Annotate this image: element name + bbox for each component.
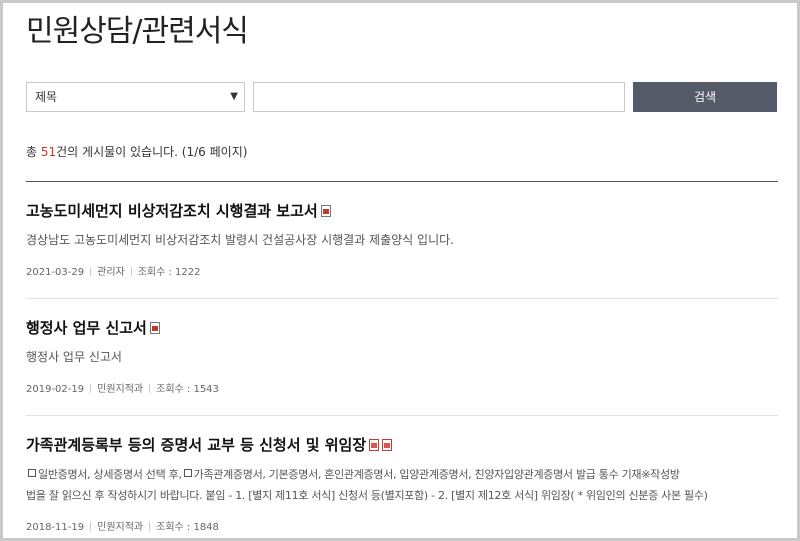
search-field-select[interactable]: 제목 ▼ <box>26 82 245 112</box>
list-item-divider <box>26 298 778 299</box>
summary-prefix: 총 <box>26 145 41 159</box>
result-count: 51 <box>40 145 57 159</box>
search-button[interactable]: 검색 <box>633 82 777 112</box>
search-bar: 제목 ▼ 검색 <box>26 82 778 114</box>
result-summary: 총 51건의 게시물이 있습니다. (1/6 페이지) <box>26 143 247 160</box>
hwp-icon[interactable] <box>149 322 160 334</box>
list-item: 가족관계등록부 등의 증명서 교부 등 신청서 및 위임장 일반증명서, 상세증… <box>26 434 778 533</box>
post-description: 행정사 업무 신고서 <box>26 350 122 364</box>
search-field-select-value: 제목 <box>35 90 58 104</box>
checkbox-glyph-icon <box>183 469 192 477</box>
post-meta: 2021-03-29 관리자 조회수 : 1222 <box>26 263 778 278</box>
list-item-divider <box>26 415 778 416</box>
post-date: 2019-02-19 <box>26 384 85 395</box>
post-meta: 2018-11-19 민원지적과 조회수 : 1848 <box>26 518 778 533</box>
post-title-link[interactable]: 가족관계등록부 등의 증명서 교부 등 신청서 및 위임장 <box>26 436 366 454</box>
post-date: 2021-03-29 <box>26 267 85 278</box>
chevron-down-icon: ▼ <box>230 91 238 102</box>
summary-suffix: 건의 게시물이 있습니다. (1/6 페이지) <box>56 145 248 159</box>
pdf-icon[interactable] <box>369 439 380 451</box>
checkbox-glyph-icon <box>28 469 36 477</box>
post-views: 조회수 : 1848 <box>156 522 219 533</box>
post-title-link[interactable]: 행정사 업무 신고서 <box>26 319 147 337</box>
post-description: 경상남도 고농도미세먼지 비상저감조치 발령시 건설공사장 시행결과 제출양식 … <box>26 233 454 247</box>
post-description: 일반증명서, 상세증명서 선택 후, 가족관계증명서, 기본증명서, 혼인관계증명… <box>26 468 708 502</box>
post-date: 2018-11-19 <box>26 522 85 533</box>
post-author: 민원지적과 <box>97 522 144 533</box>
post-views: 조회수 : 1222 <box>137 267 201 278</box>
list-item: 행정사 업무 신고서 행정사 업무 신고서 2019-02-19 민원지적과 조회수… <box>26 317 778 395</box>
post-meta: 2019-02-19 민원지적과 조회수 : 1543 <box>26 380 778 395</box>
post-author: 관리자 <box>97 267 125 278</box>
post-author: 민원지적과 <box>97 384 144 395</box>
search-input[interactable] <box>253 82 625 112</box>
pdf-icon[interactable] <box>382 439 393 451</box>
page-title: 민원상담/관련서식 <box>26 14 249 49</box>
post-title-link[interactable]: 고농도미세먼지 비상저감조치 시행결과 보고서 <box>26 202 318 220</box>
post-views: 조회수 : 1543 <box>156 384 219 395</box>
list-item: 고농도미세먼지 비상저감조치 시행결과 보고서 경상남도 고농도미세먼지 비상저… <box>26 200 778 278</box>
list-top-divider <box>26 181 778 182</box>
hwp-icon[interactable] <box>320 205 331 217</box>
